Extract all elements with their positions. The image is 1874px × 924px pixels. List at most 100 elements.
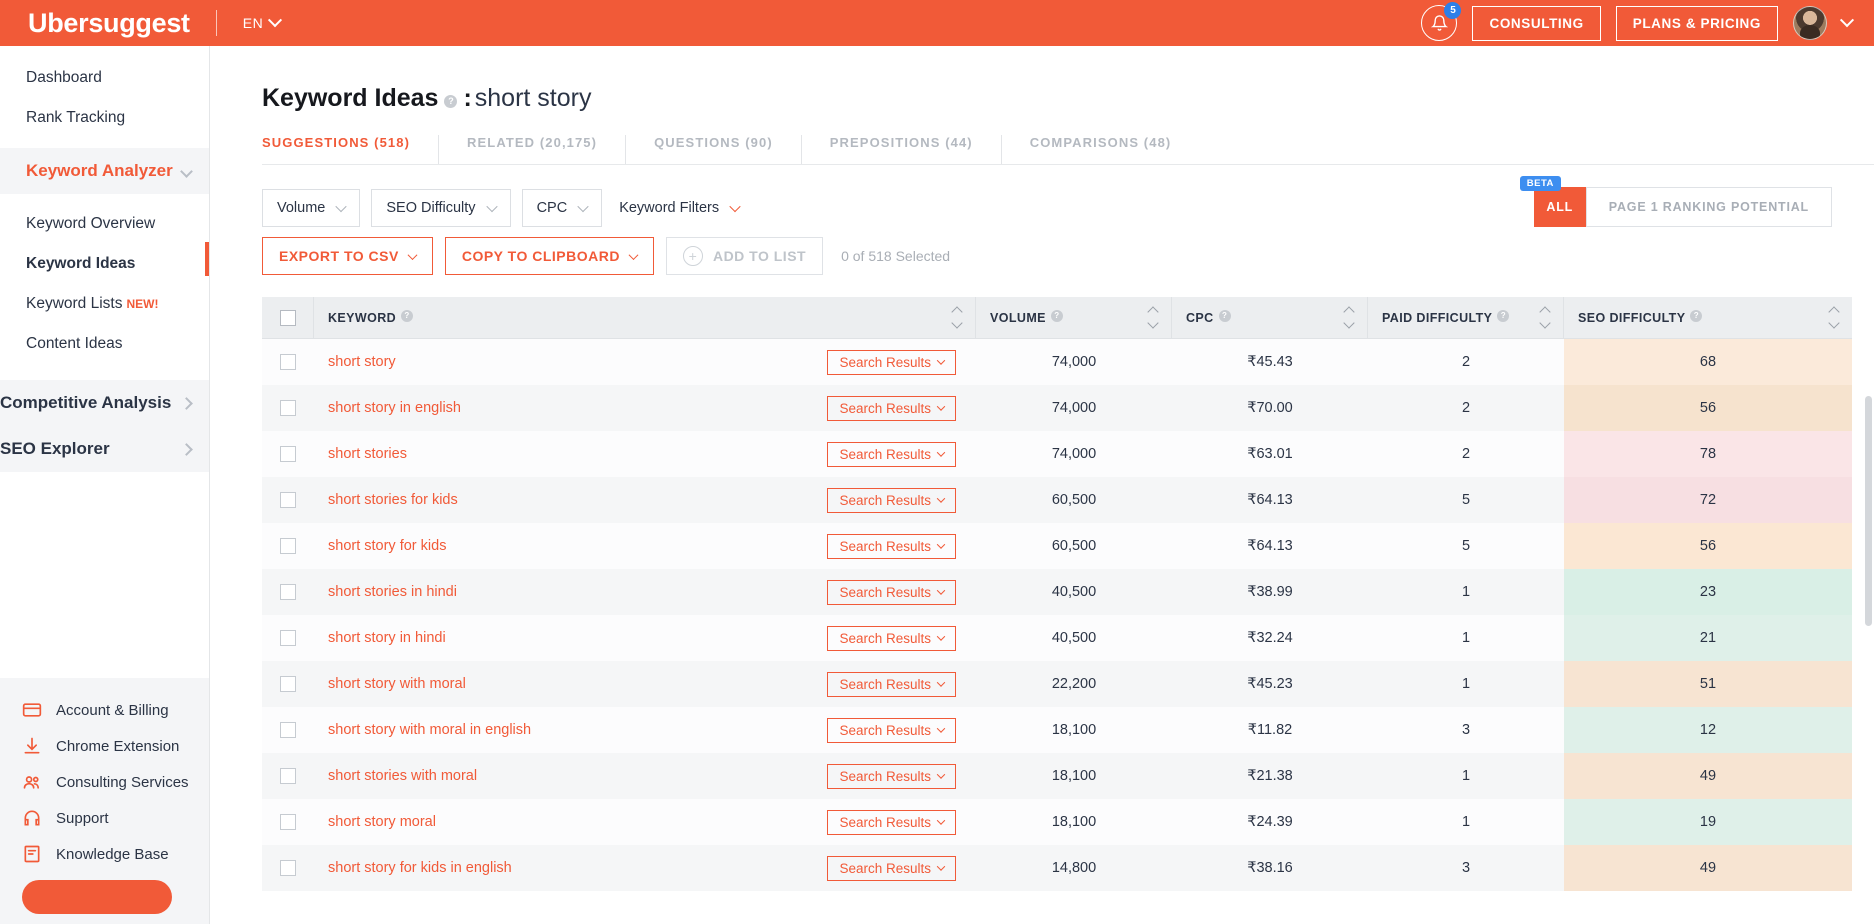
sidebar-item-knowledge-base[interactable]: Knowledge Base bbox=[0, 836, 209, 872]
help-icon[interactable]: ? bbox=[444, 94, 458, 108]
sidebar-item-support[interactable]: Support bbox=[0, 800, 209, 836]
row-checkbox[interactable] bbox=[280, 676, 296, 692]
row-checkbox[interactable] bbox=[280, 860, 296, 876]
sort-control[interactable] bbox=[1147, 306, 1159, 329]
row-checkbox[interactable] bbox=[280, 630, 296, 646]
account-chevron-down-icon[interactable] bbox=[1839, 13, 1855, 28]
sort-control[interactable] bbox=[1539, 306, 1551, 329]
help-icon[interactable]: ? bbox=[1050, 309, 1063, 322]
consulting-button[interactable]: CONSULTING bbox=[1472, 5, 1601, 41]
keyword-link[interactable]: short story bbox=[328, 354, 396, 370]
sidebar-item-label: Support bbox=[56, 809, 109, 827]
filter-keyword-filters[interactable]: Keyword Filters bbox=[619, 200, 741, 216]
sidebar-section-competitive-analysis[interactable]: Competitive Analysis bbox=[0, 380, 209, 426]
filter-seo-difficulty[interactable]: SEO Difficulty bbox=[371, 189, 511, 227]
row-checkbox[interactable] bbox=[280, 722, 296, 738]
copy-to-clipboard-button[interactable]: COPY TO CLIPBOARD bbox=[444, 237, 654, 275]
column-label: KEYWORD bbox=[328, 310, 397, 325]
view-toggle: BETA ALL PAGE 1 RANKING POTENTIAL bbox=[1519, 176, 1832, 227]
search-results-button[interactable]: Search Results bbox=[827, 579, 956, 605]
sidebar-item-dashboard[interactable]: Dashboard bbox=[0, 58, 209, 98]
row-checkbox[interactable] bbox=[280, 446, 296, 462]
filter-cpc[interactable]: CPC bbox=[521, 189, 603, 227]
sidebar-item-chrome-extension[interactable]: Chrome Extension bbox=[0, 728, 209, 764]
language-selector[interactable]: EN bbox=[243, 13, 283, 31]
filter-volume[interactable]: Volume bbox=[262, 189, 361, 227]
tab-prepositions[interactable]: PREPOSITIONS (44) bbox=[802, 135, 1002, 164]
sidebar-section-keyword-analyzer[interactable]: Keyword Analyzer bbox=[0, 148, 209, 194]
row-checkbox[interactable] bbox=[280, 538, 296, 554]
search-results-button[interactable]: Search Results bbox=[827, 855, 956, 881]
avatar[interactable] bbox=[1793, 6, 1827, 40]
toggle-all-button[interactable]: BETA ALL bbox=[1519, 176, 1586, 227]
column-header-cpc[interactable]: CPC ? bbox=[1172, 296, 1368, 339]
sort-control[interactable] bbox=[1343, 306, 1355, 329]
sort-control[interactable] bbox=[951, 306, 963, 329]
row-checkbox[interactable] bbox=[280, 492, 296, 508]
tab-comparisons[interactable]: COMPARISONS (48) bbox=[1002, 135, 1200, 164]
tab-related[interactable]: RELATED (20,175) bbox=[439, 135, 627, 164]
keyword-link[interactable]: short story moral bbox=[328, 814, 436, 830]
select-all-checkbox[interactable] bbox=[279, 309, 296, 326]
keyword-link[interactable]: short stories in hindi bbox=[328, 584, 457, 600]
keyword-link[interactable]: short story for kids bbox=[328, 538, 446, 554]
keyword-link[interactable]: short stories bbox=[328, 446, 407, 462]
search-results-label: Search Results bbox=[839, 860, 931, 876]
sidebar-item-consulting-services[interactable]: Consulting Services bbox=[0, 764, 209, 800]
search-results-button[interactable]: Search Results bbox=[827, 717, 956, 743]
keyword-link[interactable]: short story with moral in english bbox=[328, 722, 531, 738]
chevron-down-icon bbox=[485, 200, 498, 213]
row-checkbox[interactable] bbox=[280, 354, 296, 370]
sidebar-item-keyword-ideas[interactable]: Keyword Ideas bbox=[0, 244, 209, 284]
column-header-seo-difficulty[interactable]: SEO DIFFICULTY ? bbox=[1564, 297, 1852, 339]
app-logo[interactable]: Ubersuggest bbox=[28, 8, 190, 39]
search-results-button[interactable]: Search Results bbox=[827, 809, 956, 835]
add-to-list-button[interactable]: + ADD TO LIST bbox=[665, 237, 824, 275]
search-results-button[interactable]: Search Results bbox=[827, 763, 956, 789]
chevron-down-icon bbox=[936, 586, 946, 595]
search-results-button[interactable]: Search Results bbox=[827, 487, 956, 513]
notifications-button[interactable]: 5 bbox=[1421, 2, 1462, 41]
keyword-link[interactable]: short story with moral bbox=[328, 676, 466, 692]
search-results-button[interactable]: Search Results bbox=[827, 349, 956, 375]
sidebar-section-label: Keyword Analyzer bbox=[26, 161, 173, 180]
search-results-button[interactable]: Search Results bbox=[827, 441, 956, 467]
column-header-volume[interactable]: VOLUME ? bbox=[976, 296, 1172, 339]
search-results-button[interactable]: Search Results bbox=[827, 625, 956, 651]
search-results-button[interactable]: Search Results bbox=[827, 533, 956, 559]
help-icon[interactable]: ? bbox=[1497, 309, 1510, 322]
volume-cell: 18,100 bbox=[1051, 814, 1097, 830]
row-checkbox[interactable] bbox=[280, 814, 296, 830]
sidebar-item-account-billing[interactable]: Account & Billing bbox=[0, 692, 209, 728]
keyword-link[interactable]: short stories with moral bbox=[328, 768, 477, 784]
toggle-page1-ranking-potential-button[interactable]: PAGE 1 RANKING POTENTIAL bbox=[1585, 187, 1832, 227]
sidebar-item-keyword-lists[interactable]: Keyword Lists NEW! bbox=[0, 284, 209, 324]
search-results-button[interactable]: Search Results bbox=[827, 395, 956, 421]
tab-questions[interactable]: QUESTIONS (90) bbox=[626, 135, 802, 164]
keyword-link[interactable]: short story in hindi bbox=[328, 630, 446, 646]
sidebar-item-content-ideas[interactable]: Content Ideas bbox=[0, 324, 209, 364]
column-header-paid-difficulty[interactable]: PAID DIFFICULTY ? bbox=[1368, 296, 1564, 339]
keyword-link[interactable]: short stories for kids bbox=[328, 492, 458, 508]
row-checkbox[interactable] bbox=[280, 768, 296, 784]
row-checkbox[interactable] bbox=[280, 400, 296, 416]
help-icon[interactable]: ? bbox=[401, 309, 414, 322]
help-icon[interactable]: ? bbox=[1690, 309, 1703, 322]
sort-control[interactable] bbox=[1828, 306, 1840, 329]
plans-pricing-button[interactable]: PLANS & PRICING bbox=[1615, 5, 1778, 41]
cpc-cell: ₹45.43 bbox=[1247, 354, 1293, 370]
column-header-keyword[interactable]: KEYWORD ? bbox=[314, 296, 976, 339]
search-results-button[interactable]: Search Results bbox=[827, 671, 956, 697]
export-to-csv-button[interactable]: EXPORT TO CSV bbox=[262, 237, 433, 275]
vertical-scrollbar[interactable] bbox=[1865, 396, 1872, 626]
sidebar-section-seo-explorer[interactable]: SEO Explorer bbox=[0, 426, 209, 472]
cpc-cell: ₹24.39 bbox=[1247, 814, 1293, 830]
sidebar-cta-button[interactable] bbox=[22, 880, 172, 914]
sidebar-item-rank-tracking[interactable]: Rank Tracking bbox=[0, 98, 209, 138]
keyword-link[interactable]: short story in english bbox=[328, 400, 461, 416]
sidebar-item-keyword-overview[interactable]: Keyword Overview bbox=[0, 204, 209, 244]
help-icon[interactable]: ? bbox=[1218, 309, 1231, 322]
tab-suggestions[interactable]: SUGGESTIONS (518) bbox=[262, 135, 440, 164]
row-checkbox[interactable] bbox=[280, 584, 296, 600]
keyword-link[interactable]: short story for kids in english bbox=[328, 860, 512, 876]
